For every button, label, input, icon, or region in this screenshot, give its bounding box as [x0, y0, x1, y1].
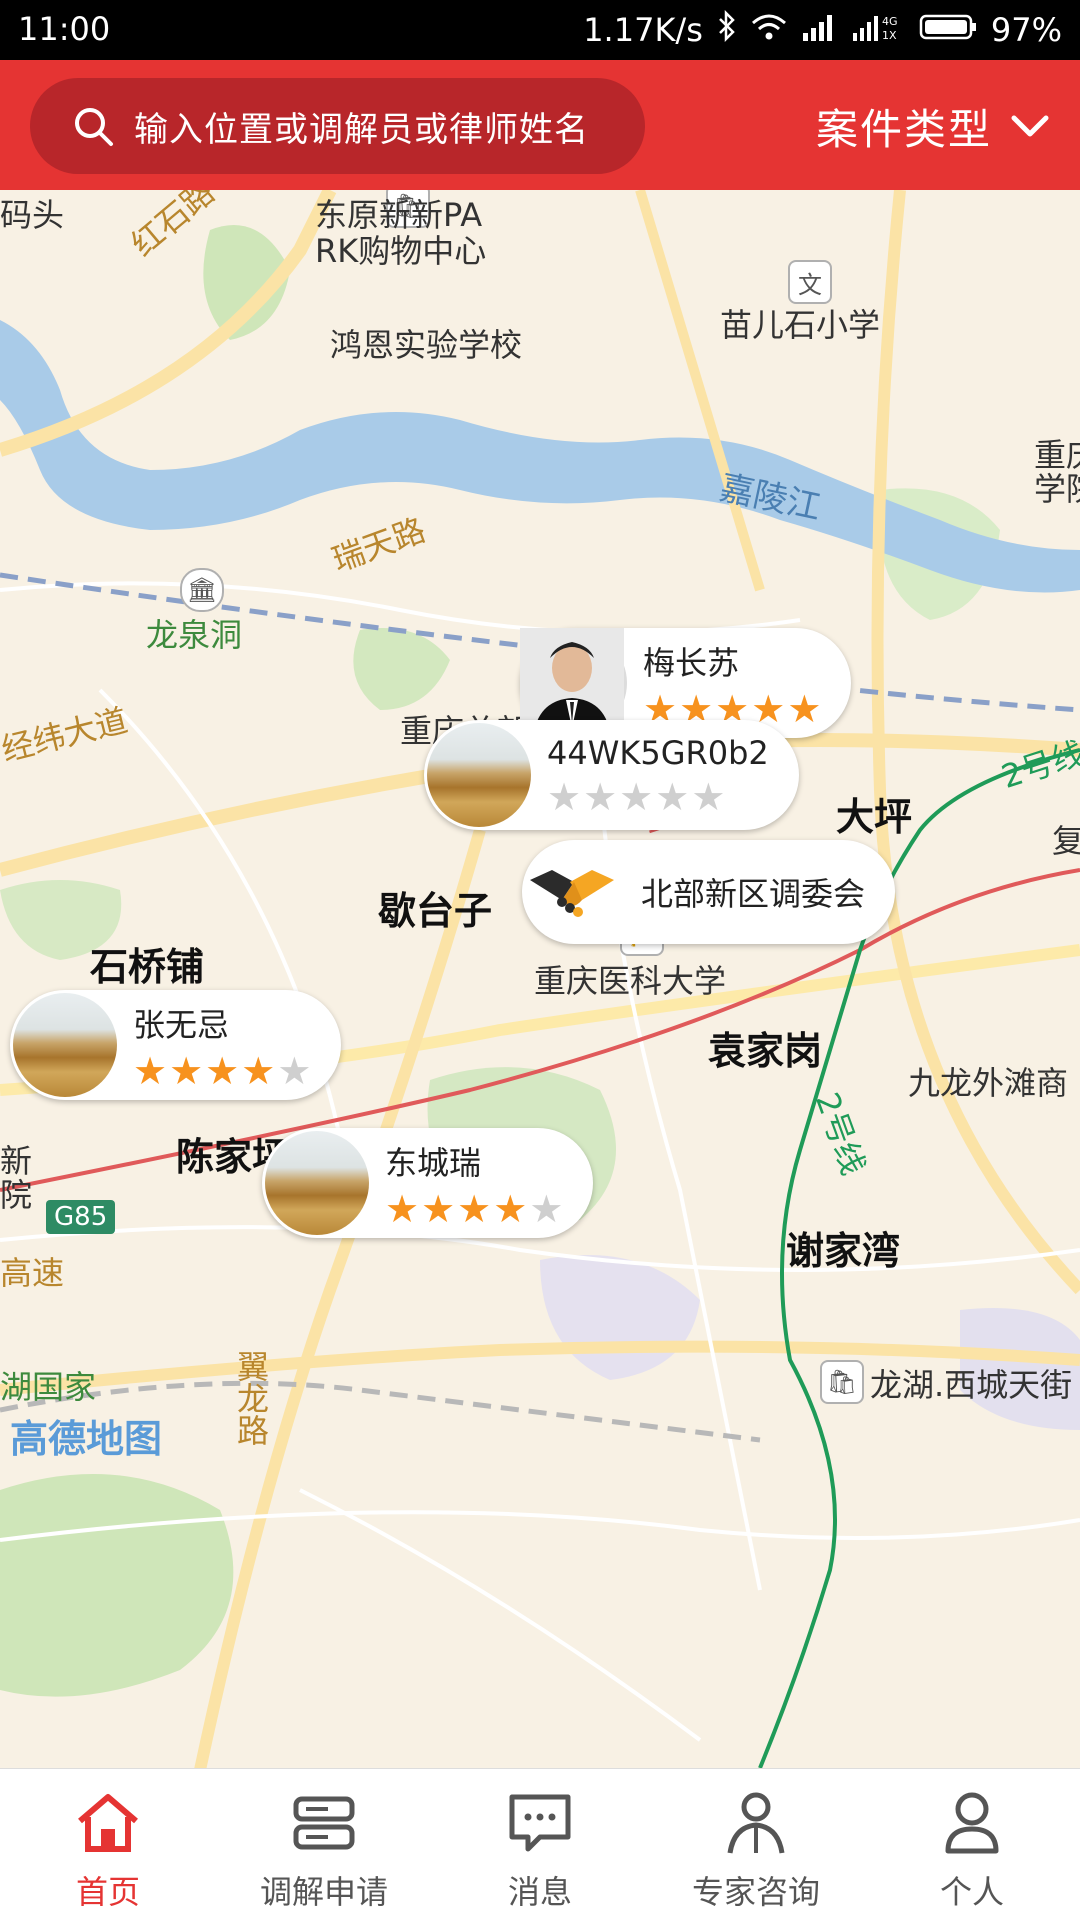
status-time: 11:00	[18, 10, 111, 48]
search-icon	[75, 108, 113, 146]
avatar-desert	[13, 993, 117, 1097]
marker-name: 张无忌	[133, 1006, 230, 1044]
expert-icon	[727, 1792, 785, 1854]
battery-icon	[919, 11, 977, 49]
tab-personal[interactable]: 个人	[864, 1769, 1080, 1921]
star-icon: ★	[457, 1187, 492, 1231]
handshake-icon	[525, 842, 625, 942]
map-label-shiqiaopu: 石桥铺	[90, 945, 205, 989]
map-label-dongyuan2: RK购物中心	[315, 232, 487, 270]
avatar-desert	[265, 1131, 369, 1235]
map-label-gaosu: 高速	[0, 1254, 65, 1292]
tab-mediation-apply[interactable]: 调解申请	[216, 1769, 432, 1921]
network-speed: 1.17K/s	[583, 11, 703, 49]
chevron-down-icon	[1011, 115, 1049, 136]
search-input[interactable]: 输入位置或调解员或律师姓名	[134, 102, 589, 151]
star-icon: ★	[241, 1049, 276, 1093]
map-label-cqmu: 重庆医科大学	[534, 962, 727, 1000]
map-label-xue-right: 学院	[1034, 470, 1080, 508]
map-view[interactable]: 码头 🛍 东原新新PA RK购物中心 红石路 文 苗儿石小学 鸿恩实验学校 嘉陵…	[0, 190, 1080, 1768]
landmark-icon: 🏛	[180, 568, 224, 612]
mediator-marker-2[interactable]: 44WK5GR0b2 ★ ★ ★ ★ ★	[424, 720, 799, 830]
map-label-hongen: 鸿恩实验学校	[330, 326, 523, 364]
star-icon: ★	[205, 1049, 240, 1093]
map-label-yilong: 翼龙路	[232, 1350, 270, 1446]
map-label-fu-right: 复	[1052, 822, 1080, 860]
star-icon: ★	[133, 1049, 168, 1093]
marker-name: 东城瑞	[385, 1144, 482, 1182]
star-icon: ★	[655, 775, 690, 819]
tab-label: 消息	[507, 1873, 572, 1911]
case-type-dropdown[interactable]: 案件类型	[816, 96, 1050, 157]
marker-name: 44WK5GR0b2	[547, 734, 769, 772]
status-right: 1.17K/s 4G 1X 97%	[583, 9, 1062, 50]
bluetooth-icon	[717, 9, 737, 50]
tab-label: 首页	[75, 1873, 140, 1911]
marker-name: 北部新区调委会	[641, 875, 866, 913]
map-label-yuanjiagang: 袁家岗	[708, 1029, 823, 1073]
wifi-icon	[751, 11, 787, 49]
school-icon: 文	[788, 260, 832, 304]
signal-4g-icon: 4G 1X	[851, 11, 905, 49]
star-icon: ★	[421, 1187, 456, 1231]
mediation-committee-marker[interactable]: 北部新区调委会	[522, 840, 896, 944]
map-label-matou: 码头	[0, 196, 65, 234]
tab-label: 专家咨询	[691, 1873, 820, 1911]
star-icon: ★	[277, 1049, 312, 1093]
star-icon: ★	[619, 775, 654, 819]
signal-icon	[801, 11, 837, 49]
server-icon	[293, 1796, 355, 1850]
map-label-xietaizi: 歇台子	[378, 889, 493, 933]
status-bar: 11:00 1.17K/s 4G 1X 97%	[0, 0, 1080, 60]
star-icon: ★	[385, 1187, 420, 1231]
map-label-jiulong: 九龙外滩商	[908, 1064, 1069, 1102]
tab-expert-consult[interactable]: 专家咨询	[648, 1769, 864, 1921]
home-icon	[78, 1794, 138, 1852]
star-icon: ★	[493, 1187, 528, 1231]
mediator-marker-4[interactable]: 东城瑞 ★ ★ ★ ★ ★	[262, 1128, 594, 1238]
person-icon	[945, 1792, 999, 1854]
star-icon: ★	[529, 1187, 564, 1231]
map-label-huguojia: 湖国家	[0, 1368, 97, 1406]
battery-percent: 97%	[990, 11, 1062, 49]
svg-text:1X: 1X	[882, 29, 897, 41]
top-header: 输入位置或调解员或律师姓名 案件类型	[0, 60, 1080, 190]
rating-stars: ★ ★ ★ ★ ★	[547, 778, 769, 816]
map-label-yuan-left: 院	[0, 1176, 33, 1214]
tab-home[interactable]: 首页	[0, 1769, 216, 1921]
tab-label: 个人	[939, 1873, 1004, 1911]
search-bar[interactable]: 输入位置或调解员或律师姓名	[30, 78, 645, 174]
svg-text:4G: 4G	[882, 15, 898, 28]
rating-stars: ★ ★ ★ ★ ★	[133, 1052, 311, 1090]
map-label-miaoershi: 苗儿石小学	[720, 306, 881, 344]
star-icon: ★	[787, 687, 822, 731]
marker-name: 梅长苏	[643, 644, 740, 682]
map-label-daping: 大坪	[836, 795, 913, 839]
tab-label: 调解申请	[259, 1873, 388, 1911]
amap-logo: 高德地图	[10, 1417, 163, 1461]
avatar-desert	[427, 723, 531, 827]
star-icon: ★	[169, 1049, 204, 1093]
star-icon: ★	[547, 775, 582, 819]
tab-messages[interactable]: 消息	[432, 1769, 648, 1921]
star-icon: ★	[691, 775, 726, 819]
map-label-xiejiawan: 谢家湾	[786, 1229, 901, 1273]
rating-stars: ★ ★ ★ ★ ★	[385, 1190, 563, 1228]
chat-icon	[509, 1794, 571, 1852]
star-icon: ★	[583, 775, 618, 819]
map-label-longquandong: 龙泉洞	[146, 616, 243, 654]
highway-g85-badge: G85	[46, 1200, 116, 1234]
bottom-tab-bar: 首页 调解申请 消息 专家咨询 个人	[0, 1768, 1080, 1921]
shopping-bag-icon-2: 🛍	[820, 1360, 864, 1404]
map-label-longhu: 龙湖.西城天街	[870, 1366, 1073, 1404]
mediator-marker-3[interactable]: 张无忌 ★ ★ ★ ★ ★	[10, 990, 342, 1100]
case-type-label: 案件类型	[815, 105, 992, 154]
